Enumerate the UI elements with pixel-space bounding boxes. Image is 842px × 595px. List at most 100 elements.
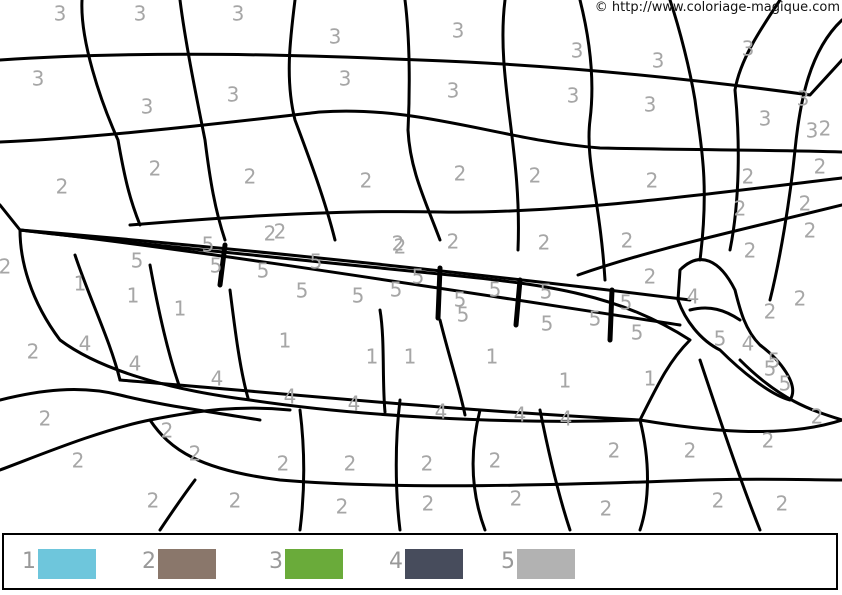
region-label-2: 2 bbox=[794, 287, 807, 311]
region-label-3: 3 bbox=[232, 2, 245, 26]
legend-number: 1 bbox=[22, 549, 36, 574]
region-label-2: 2 bbox=[39, 407, 52, 431]
region-label-4: 4 bbox=[211, 367, 224, 391]
region-label-2: 2 bbox=[762, 429, 775, 453]
region-label-5: 5 bbox=[296, 279, 309, 303]
region-label-2: 2 bbox=[421, 452, 434, 476]
region-label-2: 2 bbox=[734, 197, 747, 221]
region-label-2: 2 bbox=[277, 452, 290, 476]
region-label-1: 1 bbox=[74, 272, 87, 296]
region-label-1: 1 bbox=[644, 367, 657, 391]
region-label-2: 2 bbox=[336, 495, 349, 519]
region-label-3: 3 bbox=[54, 2, 67, 26]
legend-number: 2 bbox=[142, 549, 156, 574]
coloring-canvas: 3 3 3333 3 33 33 3 3 33 3 332 2 2 2 2 2 2 222 222 2 2 2 2 22222… bbox=[0, 0, 842, 532]
region-label-1: 1 bbox=[366, 345, 379, 369]
region-label-2: 2 bbox=[684, 439, 697, 463]
region-label-5: 5 bbox=[390, 278, 403, 302]
region-label-2: 2 bbox=[447, 230, 460, 254]
color-swatch bbox=[517, 549, 575, 579]
region-label-4: 4 bbox=[514, 403, 527, 427]
region-label-5: 5 bbox=[620, 291, 633, 315]
region-label-2: 2 bbox=[394, 235, 407, 259]
region-label-5: 5 bbox=[631, 321, 644, 345]
region-label-4: 4 bbox=[560, 407, 573, 431]
region-label-5: 5 bbox=[457, 303, 470, 327]
region-label-5: 5 bbox=[489, 278, 502, 302]
region-label-2: 2 bbox=[538, 231, 551, 255]
region-label-1: 1 bbox=[127, 284, 140, 308]
region-label-2: 2 bbox=[360, 169, 373, 193]
legend-number: 5 bbox=[501, 549, 515, 574]
region-label-2: 2 bbox=[811, 405, 824, 429]
region-label-2: 2 bbox=[244, 165, 257, 189]
region-label-4: 4 bbox=[348, 392, 361, 416]
region-label-5: 5 bbox=[352, 284, 365, 308]
color-swatch bbox=[38, 549, 96, 579]
region-label-4: 4 bbox=[687, 285, 700, 309]
region-label-2: 2 bbox=[819, 117, 832, 141]
region-label-2: 2 bbox=[744, 239, 757, 263]
region-label-1: 1 bbox=[404, 345, 417, 369]
region-label-3: 3 bbox=[447, 79, 460, 103]
region-label-2: 2 bbox=[600, 497, 613, 521]
region-label-5: 5 bbox=[310, 250, 323, 274]
region-label-2: 2 bbox=[189, 442, 202, 466]
region-label-2: 2 bbox=[804, 219, 817, 243]
legend-number: 4 bbox=[389, 549, 403, 574]
region-label-3: 3 bbox=[571, 39, 584, 63]
region-label-2: 2 bbox=[510, 487, 523, 511]
region-label-2: 2 bbox=[264, 222, 277, 246]
region-label-5: 5 bbox=[779, 372, 792, 396]
region-label-2: 2 bbox=[344, 452, 357, 476]
region-label-3: 3 bbox=[567, 84, 580, 108]
region-label-2: 2 bbox=[27, 340, 40, 364]
region-label-3: 3 bbox=[806, 119, 819, 143]
region-label-2: 2 bbox=[454, 162, 467, 186]
region-label-2: 2 bbox=[799, 192, 812, 216]
region-label-2: 2 bbox=[621, 229, 634, 253]
region-label-5: 5 bbox=[210, 254, 223, 278]
region-label-2: 2 bbox=[764, 300, 777, 324]
region-label-3: 3 bbox=[329, 25, 342, 49]
region-label-2: 2 bbox=[72, 449, 85, 473]
color-legend: 1 2 3 4 5 bbox=[2, 533, 838, 590]
region-label-4: 4 bbox=[79, 332, 92, 356]
copyright-notice: © http://www.coloriage-magique.com bbox=[594, 0, 840, 15]
region-label-3: 3 bbox=[797, 87, 810, 111]
region-label-2: 2 bbox=[0, 255, 11, 279]
region-label-5: 5 bbox=[131, 249, 144, 273]
region-label-5: 5 bbox=[257, 259, 270, 283]
region-label-2: 2 bbox=[608, 439, 621, 463]
region-label-2: 2 bbox=[646, 169, 659, 193]
region-label-1: 1 bbox=[559, 369, 572, 393]
region-label-2: 2 bbox=[147, 489, 160, 513]
color-swatch bbox=[285, 549, 343, 579]
region-label-3: 3 bbox=[339, 67, 352, 91]
region-label-2: 2 bbox=[776, 492, 789, 516]
color-swatch bbox=[158, 549, 216, 579]
region-label-3: 3 bbox=[652, 49, 665, 73]
region-label-5: 5 bbox=[412, 265, 425, 289]
color-swatch bbox=[405, 549, 463, 579]
region-label-5: 5 bbox=[764, 357, 777, 381]
region-label-2: 2 bbox=[422, 492, 435, 516]
region-label-5: 5 bbox=[540, 280, 553, 304]
region-label-2: 2 bbox=[56, 175, 69, 199]
region-label-4: 4 bbox=[284, 385, 297, 409]
region-label-2: 2 bbox=[712, 489, 725, 513]
region-label-3: 3 bbox=[134, 2, 147, 26]
region-label-2: 2 bbox=[529, 164, 542, 188]
region-label-3: 3 bbox=[32, 67, 45, 91]
region-label-1: 1 bbox=[174, 297, 187, 321]
region-label-1: 1 bbox=[279, 329, 292, 353]
region-label-5: 5 bbox=[589, 307, 602, 331]
region-label-3: 3 bbox=[452, 19, 465, 43]
region-label-3: 3 bbox=[742, 37, 755, 61]
region-label-2: 2 bbox=[229, 489, 242, 513]
region-label-2: 2 bbox=[149, 157, 162, 181]
region-label-3: 3 bbox=[759, 107, 772, 131]
region-label-5: 5 bbox=[541, 312, 554, 336]
region-label-5: 5 bbox=[714, 327, 727, 351]
region-label-2: 2 bbox=[161, 419, 174, 443]
